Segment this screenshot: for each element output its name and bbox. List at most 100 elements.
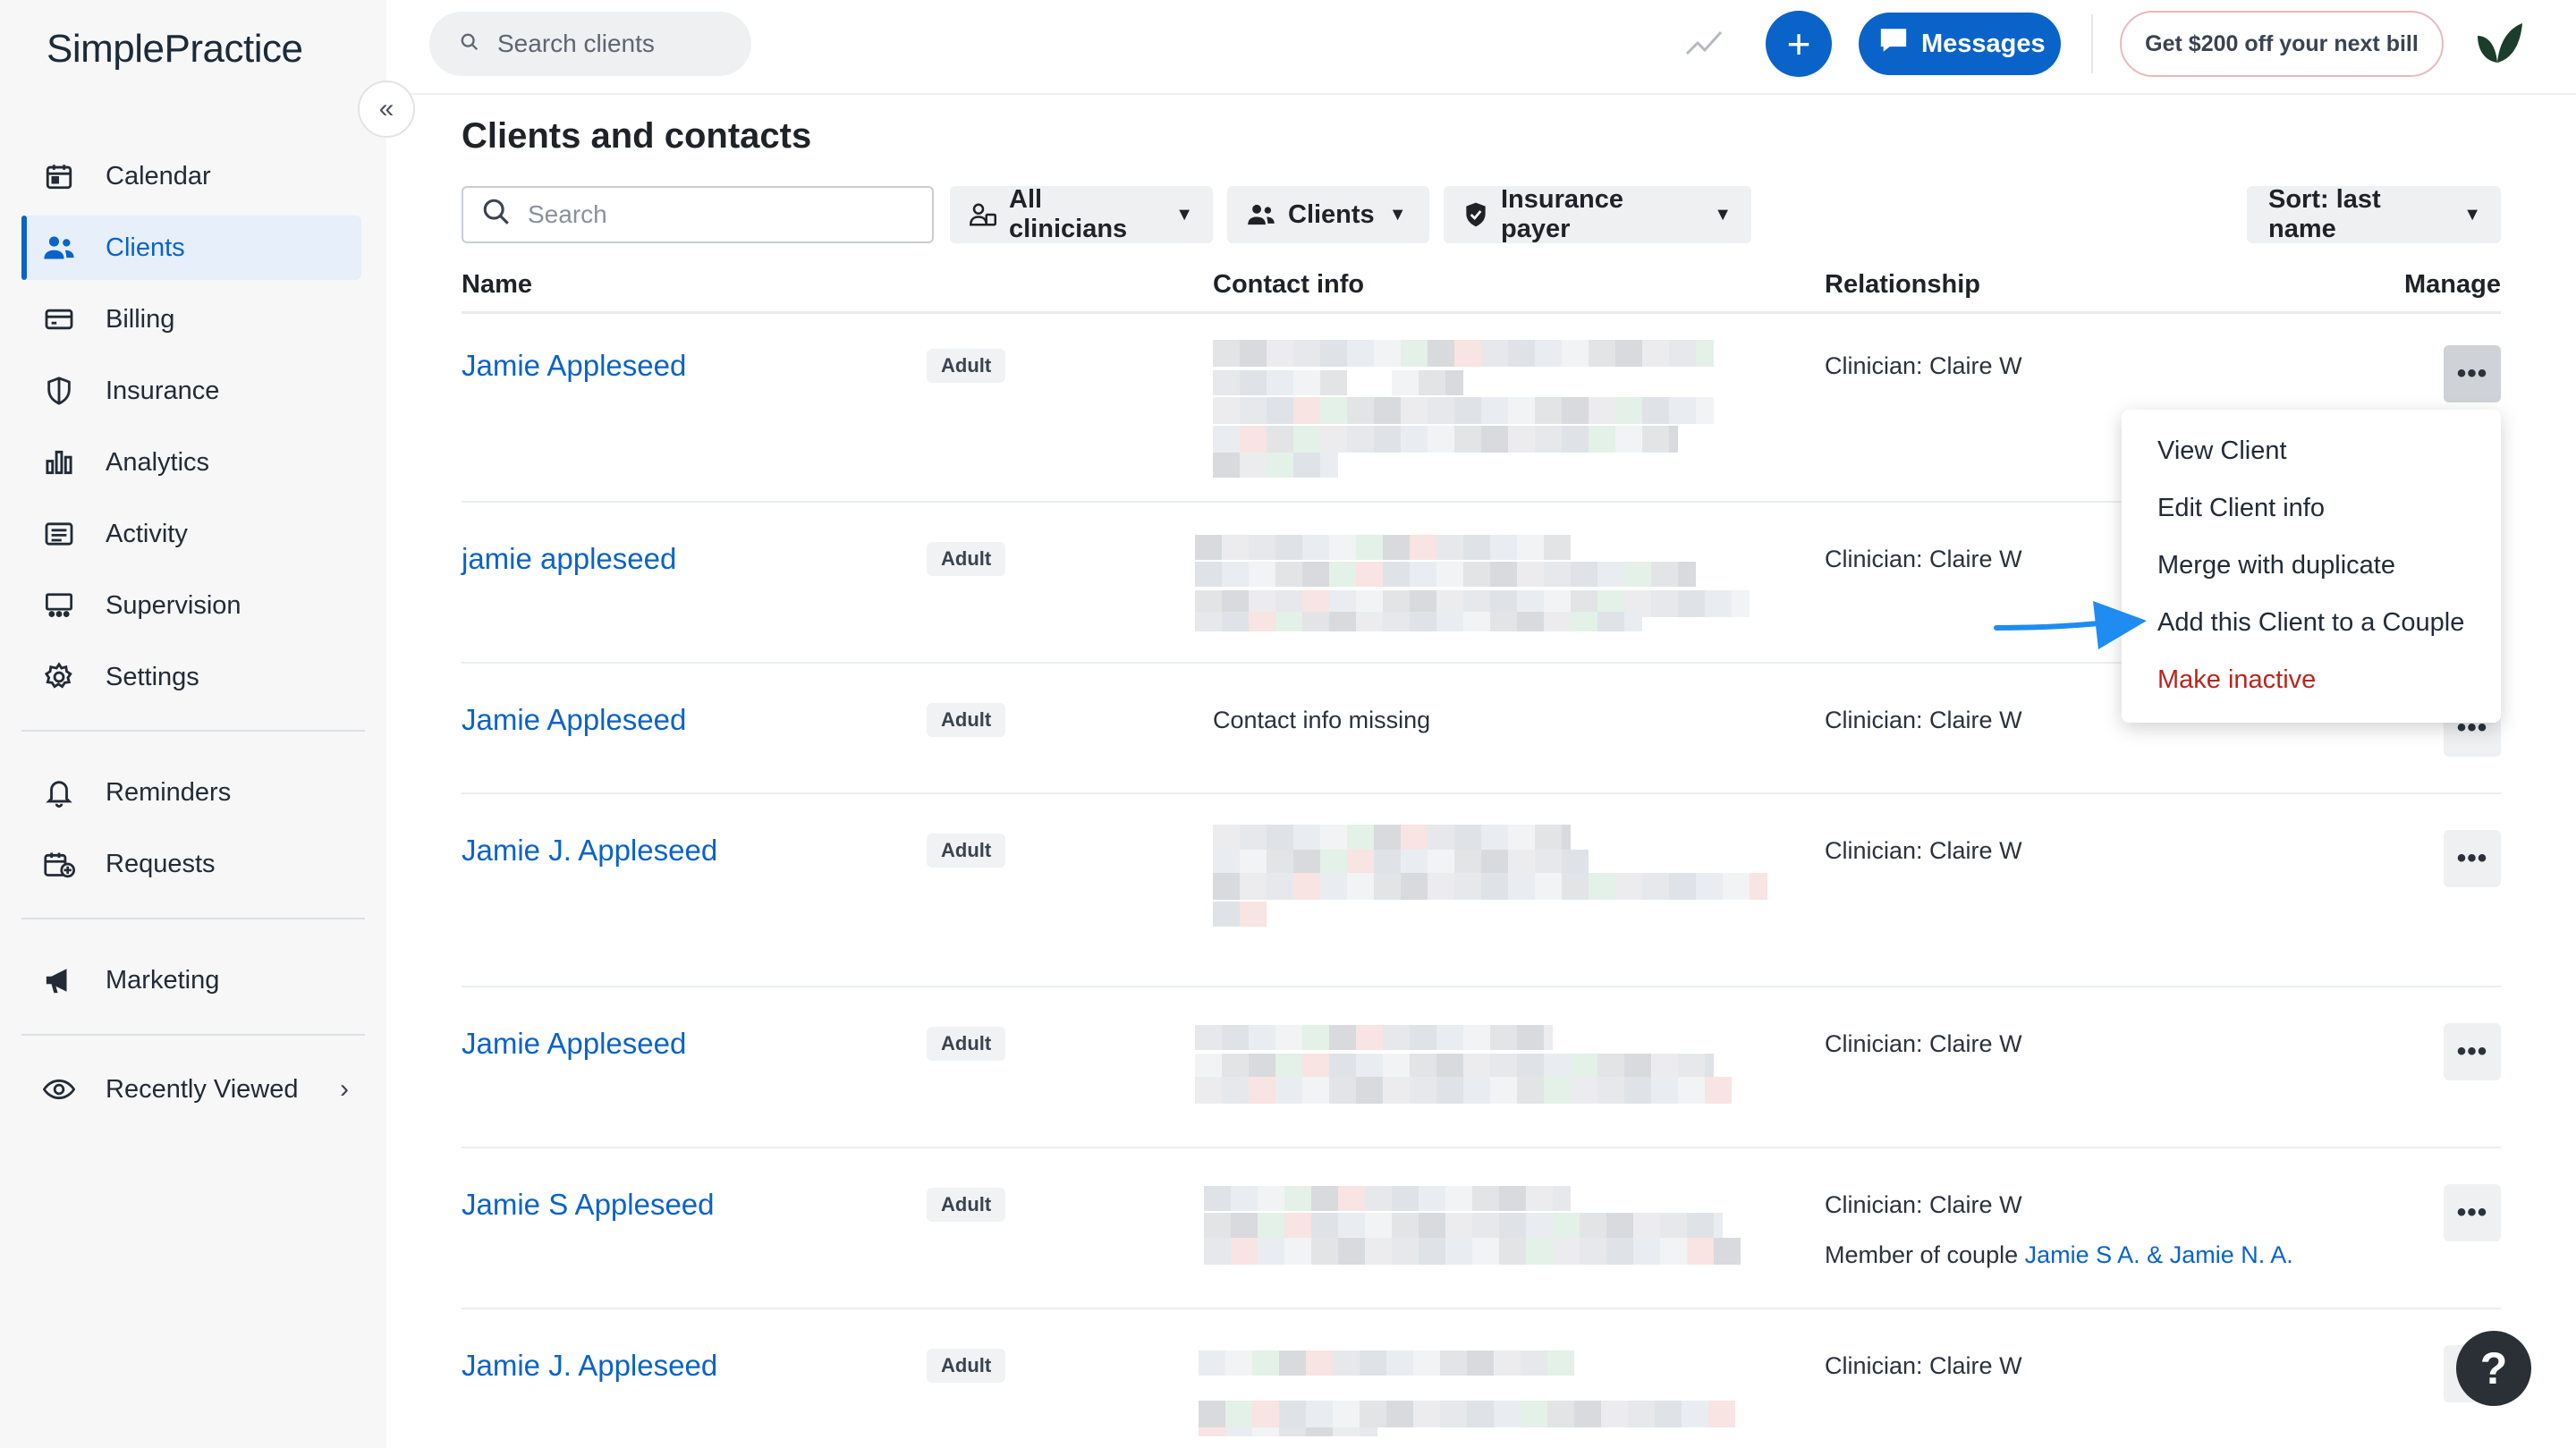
- redaction-pixel: [1252, 1351, 1279, 1376]
- caret-down-icon: ▼: [1714, 204, 1732, 224]
- redaction-pixel: [1615, 873, 1642, 900]
- sidebar-item-recently-viewed[interactable]: Recently Viewed ›: [23, 1057, 361, 1122]
- redaction-pixel: [1401, 426, 1428, 453]
- redaction-pixel: [1275, 1025, 1302, 1050]
- redaction-pixel: [1284, 1238, 1311, 1265]
- redaction-pixel: [1615, 340, 1642, 367]
- client-type-badge: Adult: [927, 834, 1006, 868]
- menu-item-merge-duplicate[interactable]: Merge with duplicate: [2157, 551, 2395, 580]
- sidebar-item-settings[interactable]: Settings: [23, 645, 361, 709]
- redaction-pixel: [1356, 535, 1383, 560]
- redaction-pixel: [1275, 535, 1302, 560]
- redaction-pixel: [1293, 453, 1320, 478]
- redaction-pixel: [1499, 1186, 1526, 1211]
- logo[interactable]: SimplePractice: [47, 27, 303, 72]
- redaction-pixel: [1293, 340, 1320, 367]
- redaction-pixel: [1275, 1054, 1302, 1079]
- menu-item-view-client[interactable]: View Client: [2157, 436, 2287, 466]
- redaction-pixel: [1275, 1077, 1302, 1104]
- redaction-pixel: [1410, 1054, 1436, 1079]
- sidebar-item-analytics[interactable]: Analytics: [23, 430, 361, 495]
- caret-down-icon: ▼: [2463, 204, 2481, 224]
- redaction-pixel: [1472, 1238, 1499, 1265]
- redaction-pixel: [1615, 426, 1642, 453]
- client-name-link[interactable]: Jamie J. Appleseed: [462, 834, 717, 868]
- manage-menu-button[interactable]: •••: [2444, 345, 2501, 402]
- sidebar-item-insurance[interactable]: Insurance: [23, 359, 361, 423]
- redaction-pixel: [1231, 1186, 1258, 1211]
- redaction-pixel: [1374, 340, 1401, 367]
- sidebar-item-billing[interactable]: Billing: [23, 287, 361, 351]
- redaction-pixel: [1589, 340, 1615, 367]
- redaction-pixel: [1356, 1025, 1383, 1050]
- client-name-link[interactable]: jamie appleseed: [462, 542, 676, 576]
- couple-prefix: Member of couple: [1825, 1241, 2019, 1268]
- sidebar-item-clients[interactable]: Clients: [21, 216, 361, 280]
- sidebar-item-calendar[interactable]: Calendar: [23, 144, 361, 208]
- trend-icon[interactable]: [1685, 25, 1724, 61]
- client-name-link[interactable]: Jamie S Appleseed: [462, 1188, 715, 1222]
- redaction-pixel: [1419, 370, 1445, 395]
- menu-item-add-to-couple[interactable]: Add this Client to a Couple: [2157, 608, 2464, 638]
- messages-button[interactable]: Messages: [1859, 13, 2061, 75]
- client-type-badge: Adult: [927, 703, 1006, 737]
- client-name-link[interactable]: Jamie J. Appleseed: [462, 1349, 717, 1383]
- clinicians-filter[interactable]: All clinicians ▼: [950, 185, 1213, 243]
- sidebar-item-requests[interactable]: Requests: [23, 832, 361, 896]
- redaction-pixel: [1213, 397, 1240, 424]
- chevrons-left-icon: «: [378, 94, 394, 123]
- redaction-pixel: [1240, 873, 1267, 900]
- redaction-pixel: [1705, 590, 1732, 617]
- manage-menu-button[interactable]: •••: [2444, 830, 2501, 887]
- redaction-pixel: [1284, 1213, 1311, 1238]
- redaction-pixel: [1329, 612, 1356, 631]
- redaction-pixel: [1275, 612, 1302, 631]
- clients-filter[interactable]: Clients ▼: [1227, 186, 1429, 243]
- client-name-link[interactable]: Jamie Appleseed: [462, 1027, 686, 1061]
- sidebar-item-reminders[interactable]: Reminders: [23, 760, 361, 825]
- redaction-pixel: [1696, 397, 1714, 424]
- redaction-pixel: [1279, 1401, 1306, 1427]
- redaction-pixel: [1481, 850, 1508, 875]
- insurance-payer-filter[interactable]: Insurance payer ▼: [1444, 185, 1751, 243]
- brand-leaf-icon[interactable]: [2470, 16, 2528, 73]
- redaction-pixel: [1562, 397, 1589, 424]
- shield-icon: [41, 373, 77, 409]
- redaction-pixel: [1320, 825, 1347, 850]
- redaction-pixel: [1267, 453, 1293, 478]
- redaction-pixel: [1374, 426, 1401, 453]
- menu-item-make-inactive[interactable]: Make inactive: [2157, 665, 2316, 695]
- redaction-pixel: [1669, 426, 1678, 453]
- redaction-pixel: [1213, 850, 1240, 875]
- menu-item-edit-client-info[interactable]: Edit Client info: [2157, 494, 2325, 523]
- promo-button[interactable]: Get $200 off your next bill: [2120, 11, 2444, 77]
- redaction-pixel: [1454, 426, 1481, 453]
- create-new-button[interactable]: +: [1766, 11, 1832, 77]
- redaction-pixel: [1267, 825, 1293, 850]
- manage-menu-button[interactable]: •••: [2444, 1023, 2501, 1080]
- redaction-pixel: [1494, 1351, 1521, 1376]
- manage-menu-button[interactable]: •••: [2444, 1184, 2501, 1241]
- couple-link[interactable]: Jamie S A. & Jamie N. A.: [2025, 1241, 2293, 1268]
- client-name-link[interactable]: Jamie Appleseed: [462, 703, 686, 737]
- sort-label: Sort: last name: [2268, 185, 2381, 243]
- help-button[interactable]: ?: [2456, 1331, 2531, 1406]
- sort-dropdown[interactable]: Sort: last name ▼: [2247, 185, 2501, 243]
- redaction-pixel: [1356, 562, 1383, 587]
- sidebar-item-supervision[interactable]: Supervision: [23, 573, 361, 638]
- sidebar-item-marketing[interactable]: Marketing: [23, 948, 361, 1012]
- collapse-sidebar-button[interactable]: «: [358, 80, 415, 138]
- redaction-pixel: [1562, 340, 1589, 367]
- redaction-pixel: [1365, 1238, 1392, 1265]
- redaction-pixel: [1284, 1186, 1311, 1211]
- column-header-name[interactable]: Name: [462, 270, 532, 300]
- client-name-link[interactable]: Jamie Appleseed: [462, 349, 686, 383]
- redaction-pixel: [1669, 873, 1696, 900]
- redaction-pixel: [1213, 426, 1240, 453]
- redaction-pixel: [1633, 1238, 1660, 1265]
- redaction-pixel: [1544, 535, 1571, 560]
- sidebar-item-activity[interactable]: Activity: [23, 502, 361, 566]
- top-search-input[interactable]: Search clients: [429, 12, 751, 76]
- client-search-input[interactable]: Search: [462, 186, 934, 243]
- redaction-pixel: [1481, 397, 1508, 424]
